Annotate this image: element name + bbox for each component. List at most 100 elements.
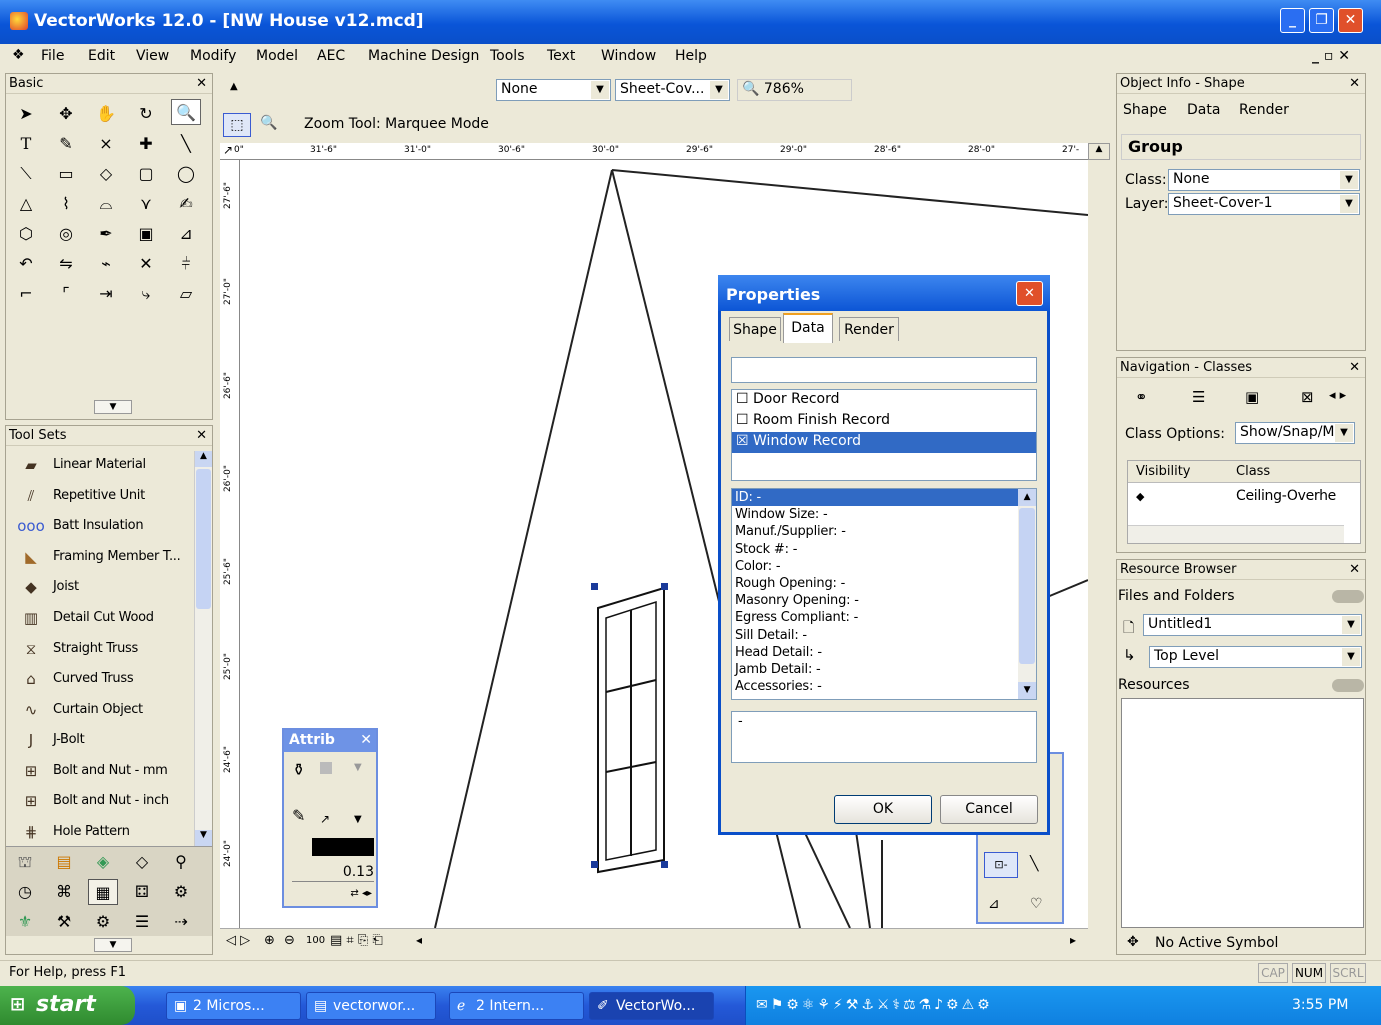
layers-icon[interactable]: ☰	[127, 909, 157, 935]
tool-set-item[interactable]: ◣ Framing Member T...	[6, 543, 201, 573]
attribute-mapping-icon[interactable]: ↶	[11, 251, 41, 277]
zoom-field[interactable]: 🔍 786%	[737, 79, 852, 101]
dialog-close-button[interactable]: ✕	[1016, 281, 1043, 306]
tool-set-item[interactable]: ⫽ Repetitive Unit	[6, 482, 201, 512]
field-item[interactable]: Color: -	[732, 558, 1036, 575]
start-button[interactable]: ⊞ start	[0, 986, 135, 1025]
tab-data[interactable]: Data	[783, 313, 833, 343]
oi-tab-render[interactable]: Render	[1239, 102, 1289, 118]
callout-tool-icon[interactable]: ✎	[51, 131, 81, 157]
marquee-mode-icon[interactable]: ⬚	[223, 113, 251, 137]
menu-aec[interactable]: AEC	[317, 48, 345, 64]
oi-tab-data[interactable]: Data	[1187, 102, 1220, 118]
toggle-icon[interactable]	[1332, 590, 1364, 603]
field-item[interactable]: Window Size: -	[732, 506, 1036, 523]
fit-page-icon[interactable]: ▤ ⌗ ⎘ ⎗	[330, 933, 383, 948]
zoom-out-icon[interactable]: ⊖	[284, 933, 295, 948]
menu-help[interactable]: Help	[675, 48, 707, 64]
dims-notes-icon[interactable]: ⛫	[10, 849, 40, 875]
field-item[interactable]: Accessories: -	[732, 678, 1036, 695]
oval-tool-icon[interactable]: ◯	[171, 161, 201, 187]
tool-sets-scrollbar[interactable]: ▲ ▼	[194, 451, 212, 846]
field-list[interactable]: ID: - Window Size: - Manuf./Supplier: - …	[731, 488, 1037, 700]
fasteners-icon[interactable]: ⚙	[166, 879, 196, 905]
folder-dropdown[interactable]: Top Level ▼	[1149, 646, 1362, 668]
toggle-icon[interactable]	[1332, 679, 1364, 692]
collapse-arrow-icon[interactable]: ▲	[230, 81, 238, 92]
text-tool-icon[interactable]: T	[11, 131, 41, 157]
point-tool-icon[interactable]: ✚	[131, 131, 161, 157]
taskbar-item[interactable]: ▣ 2 Micros...	[166, 992, 301, 1020]
minimize-button[interactable]: _	[1280, 8, 1305, 33]
close-icon[interactable]: ✕	[360, 732, 372, 748]
mode-button[interactable]: ⊡-	[984, 852, 1018, 878]
rotate-view-icon[interactable]: ↻	[131, 101, 161, 127]
line-weight-value[interactable]: 0.13	[292, 864, 374, 882]
resources-label[interactable]: Resources	[1118, 677, 1190, 693]
viewports-icon[interactable]: ⊠	[1301, 388, 1314, 406]
freehand-tool-icon[interactable]: ✍	[171, 191, 201, 217]
h-scrollbar[interactable]	[1128, 525, 1344, 543]
polyline-tool-icon[interactable]: ⋎	[131, 191, 161, 217]
expand-arrow-icon[interactable]: ▼	[94, 938, 132, 952]
menu-machine-design[interactable]: Machine Design	[368, 48, 479, 64]
trim-tool-icon[interactable]: ✕	[131, 251, 161, 277]
dimension-tool-icon[interactable]: ▣	[131, 221, 161, 247]
tool-set-item[interactable]: ⋕ Hole Pattern	[6, 818, 201, 848]
taskbar-item[interactable]: ℯ2 Intern...	[449, 992, 584, 1020]
magnify-icon[interactable]: ⚲	[166, 849, 196, 875]
fill-bucket-icon[interactable]: ⚱	[292, 760, 305, 779]
field-item[interactable]: Masonry Opening: -	[732, 592, 1036, 609]
machine-icon[interactable]: ⚜	[10, 909, 40, 935]
layers-icon[interactable]: ☰	[1192, 388, 1205, 406]
close-button[interactable]: ✕	[1338, 8, 1363, 33]
taskbar-item[interactable]: ▤ vectorwor...	[306, 992, 436, 1020]
clip-tool-icon[interactable]: ⊿	[171, 221, 201, 247]
curve-icon[interactable]: ♡	[1030, 896, 1043, 912]
mdi-controls[interactable]: _ ▫ ✕	[1312, 48, 1350, 64]
col-class[interactable]: Class	[1236, 464, 1270, 479]
triangle-tool-icon[interactable]: △	[11, 191, 41, 217]
flow-icon[interactable]: ⇢	[166, 909, 196, 935]
prev-page-icon[interactable]: ◁ ▷	[226, 933, 250, 948]
close-icon[interactable]: ✕	[196, 74, 207, 94]
col-visibility[interactable]: Visibility	[1136, 464, 1190, 479]
arrowheads-control[interactable]: ⇄ ◂▸	[292, 888, 372, 904]
tool-set-item[interactable]: ⧖ Straight Truss	[6, 635, 201, 665]
layer-dropdown[interactable]: Sheet-Cov... ▼	[615, 79, 730, 101]
field-item[interactable]: Rough Opening: -	[732, 575, 1036, 592]
classes-icon[interactable]: ⚭	[1135, 388, 1148, 406]
close-icon[interactable]: ✕	[1349, 74, 1360, 94]
oi-tab-shape[interactable]: Shape	[1123, 102, 1167, 118]
rounded-rect-tool-icon[interactable]: ▢	[131, 161, 161, 187]
close-icon[interactable]: ✕	[196, 426, 207, 446]
arc-tool-icon[interactable]: ⌇	[51, 191, 81, 217]
zoom-mode-icon[interactable]: 🔍	[260, 115, 277, 131]
rotated-rect-tool-icon[interactable]: ◇	[91, 161, 121, 187]
field-item[interactable]: Sill Detail: -	[732, 627, 1036, 644]
cancel-button[interactable]: Cancel	[940, 795, 1038, 824]
offset-tool-icon[interactable]: ⇥	[91, 281, 121, 307]
restore-button[interactable]: ❐	[1309, 8, 1334, 33]
close-icon[interactable]: ✕	[1349, 560, 1360, 580]
class-options-dropdown[interactable]: Show/Snap/M ▼	[1235, 422, 1355, 444]
menu-text[interactable]: Text	[547, 48, 575, 64]
checkbox-icon[interactable]: ☐	[736, 391, 749, 407]
ok-button[interactable]: OK	[834, 795, 932, 824]
field-value-box[interactable]: -	[731, 711, 1037, 763]
building-shell-icon[interactable]: ▤	[49, 849, 79, 875]
fillet-tool-icon[interactable]: ⌐	[11, 281, 41, 307]
selection-tool-icon[interactable]: ➤	[11, 101, 41, 127]
record-item[interactable]: ☐ Door Record	[732, 390, 1036, 411]
eraser-tool-icon[interactable]: ▱	[171, 281, 201, 307]
detailing-icon[interactable]: ▦	[88, 879, 118, 905]
site-planning-icon[interactable]: ◷	[10, 879, 40, 905]
resources-list[interactable]	[1121, 698, 1364, 928]
field-item[interactable]: Jamb Detail: -	[732, 661, 1036, 678]
tool-set-item[interactable]: ▰ Linear Material	[6, 451, 201, 481]
visible-dot-icon[interactable]: ◆	[1136, 490, 1144, 503]
class-dropdown[interactable]: None ▼	[496, 79, 611, 101]
file-dropdown[interactable]: Untitled1 ▼	[1143, 614, 1362, 636]
menu-tools[interactable]: Tools	[490, 48, 525, 64]
zoom-tool-icon[interactable]: 🔍	[171, 99, 201, 125]
